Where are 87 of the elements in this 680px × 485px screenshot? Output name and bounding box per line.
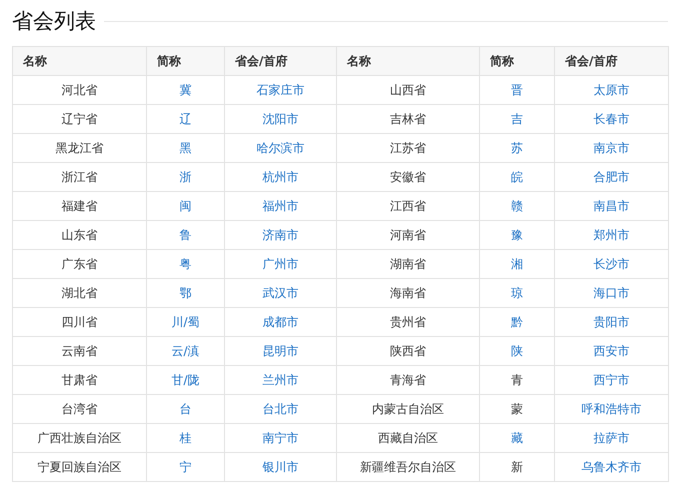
abbreviation-text: 蒙 <box>511 402 523 416</box>
abbreviation-link[interactable]: 苏 <box>511 140 523 154</box>
capital-link[interactable]: 杭州市 <box>262 170 298 184</box>
province-cell: 内蒙古自治区 <box>336 394 480 424</box>
capital-link[interactable]: 昆明市 <box>262 344 298 358</box>
abbreviation-link[interactable]: 冀 <box>180 82 192 96</box>
abbreviation-link[interactable]: 闽 <box>180 198 192 212</box>
province-cell: 浙江省 <box>12 162 146 192</box>
abbreviation-link[interactable]: 鄂 <box>180 286 192 300</box>
capital-link[interactable]: 贵阳市 <box>594 314 630 328</box>
province-cell: 湖南省 <box>336 250 480 278</box>
province-cell: 黑龙江省 <box>12 134 146 162</box>
abbreviation-link[interactable]: 甘/陇 <box>171 372 200 386</box>
abbreviation-link[interactable]: 辽 <box>180 112 192 126</box>
abbreviation-link[interactable]: 台 <box>180 402 192 416</box>
column-header: 简称 <box>480 46 554 76</box>
province-cell: 贵州省 <box>336 308 480 336</box>
capital-link[interactable]: 长春市 <box>594 112 630 126</box>
province-cell: 云南省 <box>12 336 146 366</box>
province-cell: 甘肃省 <box>12 366 146 394</box>
province-cell: 青海省 <box>336 366 480 394</box>
abbreviation-link[interactable]: 浙 <box>180 170 192 184</box>
province-cell: 陕西省 <box>336 336 480 366</box>
capital-link[interactable]: 成都市 <box>262 314 298 328</box>
capital-link[interactable]: 海口市 <box>594 286 630 300</box>
column-header: 省会/首府 <box>224 46 336 76</box>
capital-link[interactable]: 兰州市 <box>262 372 298 386</box>
abbreviation-link[interactable]: 云/滇 <box>171 344 200 358</box>
capital-link[interactable]: 太原市 <box>594 82 630 96</box>
abbreviation-link[interactable]: 粤 <box>180 256 192 270</box>
capital-link[interactable]: 合肥市 <box>594 170 630 184</box>
abbreviation-link[interactable]: 琼 <box>511 286 523 300</box>
capital-link[interactable]: 福州市 <box>262 198 298 212</box>
province-cell: 广西壮族自治区 <box>12 424 146 452</box>
capital-link[interactable]: 郑州市 <box>594 228 630 242</box>
province-cell: 江苏省 <box>336 134 480 162</box>
province-cell: 山东省 <box>12 220 146 250</box>
capital-link[interactable]: 南宁市 <box>262 430 298 444</box>
capital-link[interactable]: 拉萨市 <box>594 430 630 444</box>
province-cell: 新疆维吾尔自治区 <box>336 452 480 482</box>
province-cell: 河南省 <box>336 220 480 250</box>
province-cell: 湖北省 <box>12 278 146 308</box>
capital-link[interactable]: 西安市 <box>594 344 630 358</box>
province-cell: 吉林省 <box>336 104 480 134</box>
capital-link[interactable]: 南昌市 <box>594 198 630 212</box>
abbreviation-link[interactable]: 湘 <box>511 256 523 270</box>
capital-link[interactable]: 沈阳市 <box>262 112 298 126</box>
abbreviation-link[interactable]: 皖 <box>511 170 523 184</box>
capital-link[interactable]: 银川市 <box>262 460 298 474</box>
province-cell: 辽宁省 <box>12 104 146 134</box>
abbreviation-link[interactable]: 赣 <box>511 198 523 212</box>
abbreviation-link[interactable]: 桂 <box>180 430 192 444</box>
province-cell: 福建省 <box>12 192 146 220</box>
abbreviation-link[interactable]: 陕 <box>511 344 523 358</box>
abbreviation-link[interactable]: 宁 <box>180 460 192 474</box>
province-cell: 西藏自治区 <box>336 424 480 452</box>
province-cell: 江西省 <box>336 192 480 220</box>
abbreviation-link[interactable]: 黔 <box>511 314 523 328</box>
abbreviation-link[interactable]: 藏 <box>511 430 523 444</box>
capital-link[interactable]: 南京市 <box>594 140 630 154</box>
capital-link[interactable]: 长沙市 <box>594 256 630 270</box>
abbreviation-link[interactable]: 黑 <box>180 140 192 154</box>
province-cell: 四川省 <box>12 308 146 336</box>
province-cell: 山西省 <box>336 76 480 104</box>
capital-link[interactable]: 广州市 <box>262 256 298 270</box>
capital-link[interactable]: 台北市 <box>262 402 298 416</box>
capital-link[interactable]: 武汉市 <box>262 286 298 300</box>
page-title: 省会列表 <box>12 8 96 35</box>
province-cell: 河北省 <box>12 76 146 104</box>
province-cell: 广东省 <box>12 250 146 278</box>
province-cell: 台湾省 <box>12 394 146 424</box>
capital-link[interactable]: 济南市 <box>262 228 298 242</box>
capital-link[interactable]: 西宁市 <box>594 372 630 386</box>
abbreviation-text: 新 <box>511 460 523 474</box>
abbreviation-link[interactable]: 晋 <box>511 82 523 96</box>
abbreviation-link[interactable]: 吉 <box>511 112 523 126</box>
column-header: 名称 <box>336 46 480 76</box>
abbreviation-link[interactable]: 川/蜀 <box>171 314 200 328</box>
column-header: 名称 <box>12 46 146 76</box>
abbreviation-text: 青 <box>511 372 523 386</box>
abbreviation-link[interactable]: 豫 <box>511 228 523 242</box>
column-header: 省会/首府 <box>554 46 668 76</box>
province-cell: 安徽省 <box>336 162 480 192</box>
province-cell: 宁夏回族自治区 <box>12 452 146 482</box>
column-header: 简称 <box>146 46 224 76</box>
province-cell: 海南省 <box>336 278 480 308</box>
abbreviation-link[interactable]: 鲁 <box>180 228 192 242</box>
